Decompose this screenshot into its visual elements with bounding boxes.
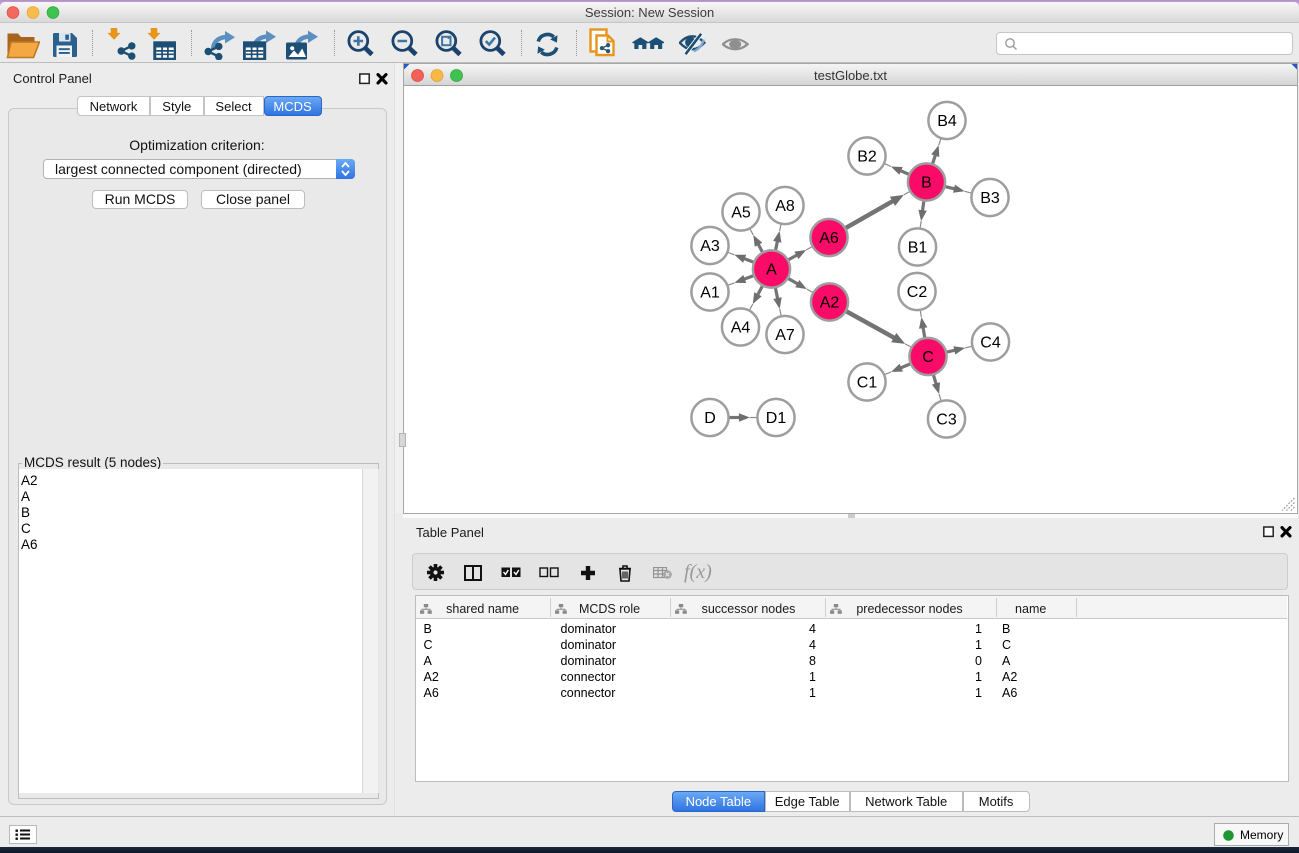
- svg-text:C2: C2: [907, 284, 928, 301]
- svg-text:A: A: [766, 262, 777, 279]
- svg-text:D: D: [704, 410, 716, 427]
- svg-text:A4: A4: [731, 320, 751, 337]
- svg-text:A8: A8: [775, 198, 795, 215]
- svg-text:B2: B2: [857, 149, 877, 166]
- svg-text:B: B: [921, 175, 932, 192]
- svg-text:B1: B1: [908, 240, 928, 257]
- svg-text:B4: B4: [937, 113, 957, 130]
- svg-text:A5: A5: [731, 205, 751, 222]
- svg-text:D1: D1: [766, 410, 787, 427]
- svg-text:A1: A1: [700, 285, 720, 302]
- svg-text:A3: A3: [700, 238, 720, 255]
- svg-text:A7: A7: [775, 327, 795, 344]
- svg-text:A2: A2: [820, 295, 840, 312]
- svg-text:C1: C1: [857, 375, 878, 392]
- svg-text:C: C: [922, 349, 934, 366]
- svg-text:C4: C4: [980, 335, 1001, 352]
- svg-text:B3: B3: [980, 190, 1000, 207]
- svg-text:C3: C3: [936, 412, 957, 429]
- svg-text:A6: A6: [819, 230, 839, 247]
